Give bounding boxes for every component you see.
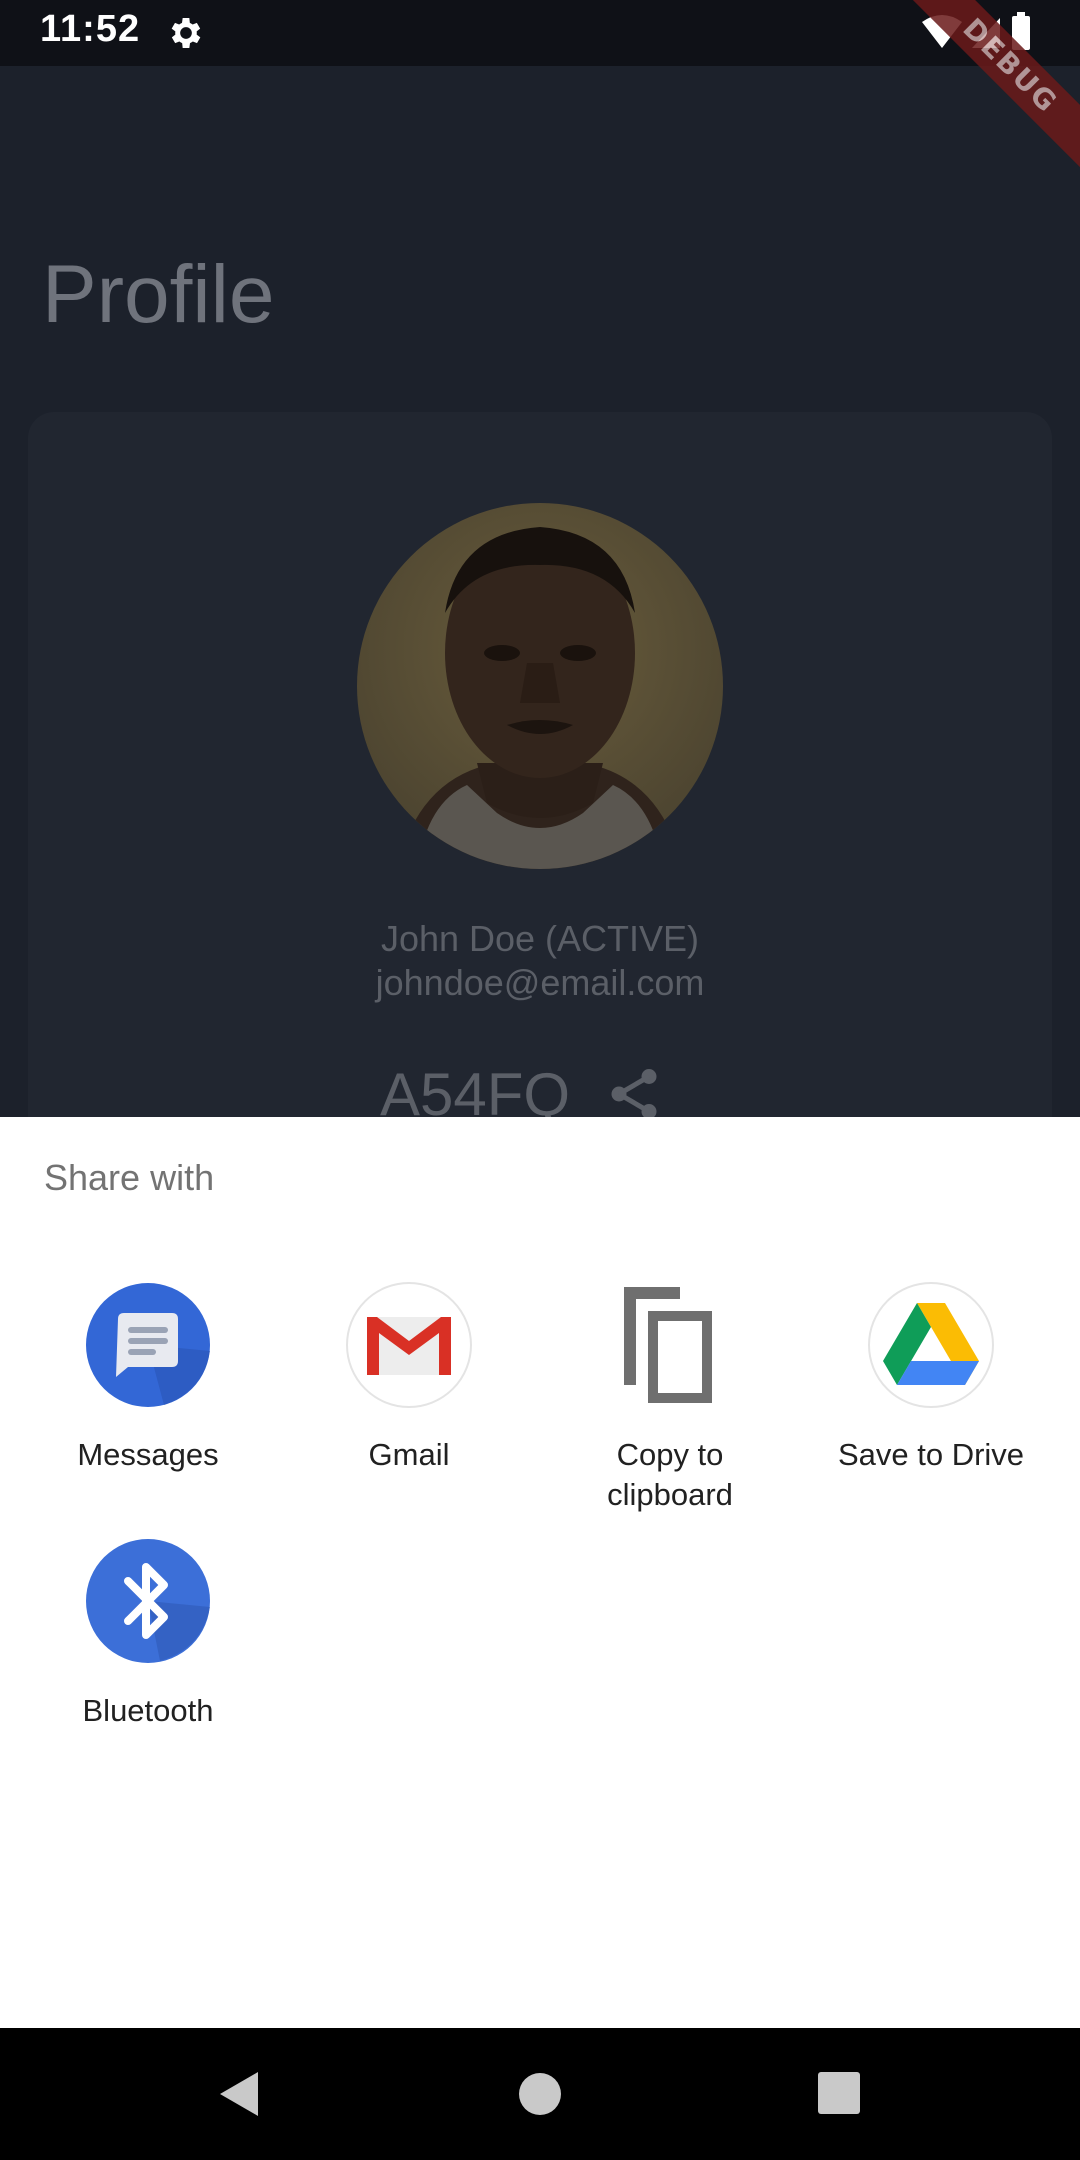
share-target-label: Copy to clipboard: [607, 1437, 733, 1512]
bluetooth-icon: [86, 1539, 210, 1663]
share-sheet: Share with Messages Gmail Copy to clipbo…: [0, 1117, 1080, 2028]
status-bar: 11:52: [0, 0, 1080, 66]
share-sheet-title: Share with: [44, 1157, 215, 1198]
messages-icon: [86, 1283, 210, 1407]
page-title: Profile: [42, 249, 275, 340]
share-target-label: Messages: [77, 1437, 219, 1472]
status-time: 11:52: [40, 8, 141, 50]
drive-icon: [868, 1282, 994, 1408]
share-target-messages[interactable]: Messages: [17, 1281, 279, 1501]
avatar: [357, 503, 723, 869]
user-email: johndoe@email.com: [375, 962, 705, 1003]
recents-icon[interactable]: [814, 2068, 866, 2120]
share-target-gmail[interactable]: Gmail: [278, 1281, 540, 1501]
gear-icon: [171, 18, 201, 48]
share-target-save-to-drive[interactable]: Save to Drive: [800, 1281, 1062, 1501]
share-target-label: Gmail: [368, 1437, 450, 1472]
gmail-icon: [346, 1282, 472, 1408]
copy-icon: [624, 1287, 712, 1403]
navigation-bar: [0, 2028, 1080, 2160]
share-target-label: Save to Drive: [837, 1437, 1025, 1472]
home-icon[interactable]: [514, 2068, 566, 2120]
share-target-label: Bluetooth: [82, 1693, 214, 1728]
back-icon[interactable]: [214, 2068, 266, 2120]
user-name: John Doe (ACTIVE): [380, 918, 700, 959]
share-target-bluetooth[interactable]: Bluetooth: [17, 1537, 279, 1757]
share-target-copy-to-clipboard[interactable]: Copy to clipboard: [539, 1281, 801, 1521]
share-icon[interactable]: [604, 1064, 664, 1124]
